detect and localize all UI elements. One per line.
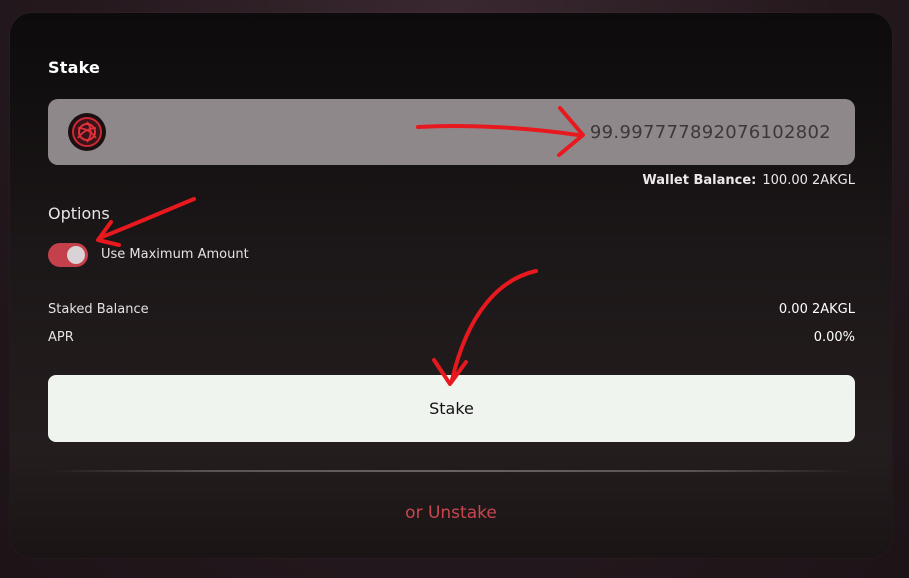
stake-card: Stake Wallet Balance: 100.00 2AKGL Option…: [10, 13, 892, 558]
wallet-balance-label: Wallet Balance:: [642, 173, 757, 188]
apr-value: 0.00%: [813, 330, 855, 345]
amount-input[interactable]: [331, 99, 831, 165]
wallet-balance-value: 100.00 2AKGL: [762, 173, 855, 188]
wallet-balance: Wallet Balance: 100.00 2AKGL: [642, 173, 855, 188]
staked-balance-value: 0.00 2AKGL: [778, 302, 855, 317]
divider: [48, 470, 855, 472]
toggle-knob: [67, 246, 85, 264]
options-heading: Options: [48, 204, 110, 223]
staked-balance-label: Staked Balance: [48, 302, 149, 317]
apr-label: APR: [48, 330, 74, 345]
amount-field[interactable]: [48, 99, 855, 165]
use-max-toggle[interactable]: [48, 243, 88, 267]
token-logo-icon: [68, 113, 106, 151]
use-max-label: Use Maximum Amount: [101, 247, 249, 262]
card-title: Stake: [48, 58, 101, 77]
stake-button[interactable]: Stake: [48, 375, 855, 442]
unstake-link[interactable]: or Unstake: [10, 503, 892, 523]
